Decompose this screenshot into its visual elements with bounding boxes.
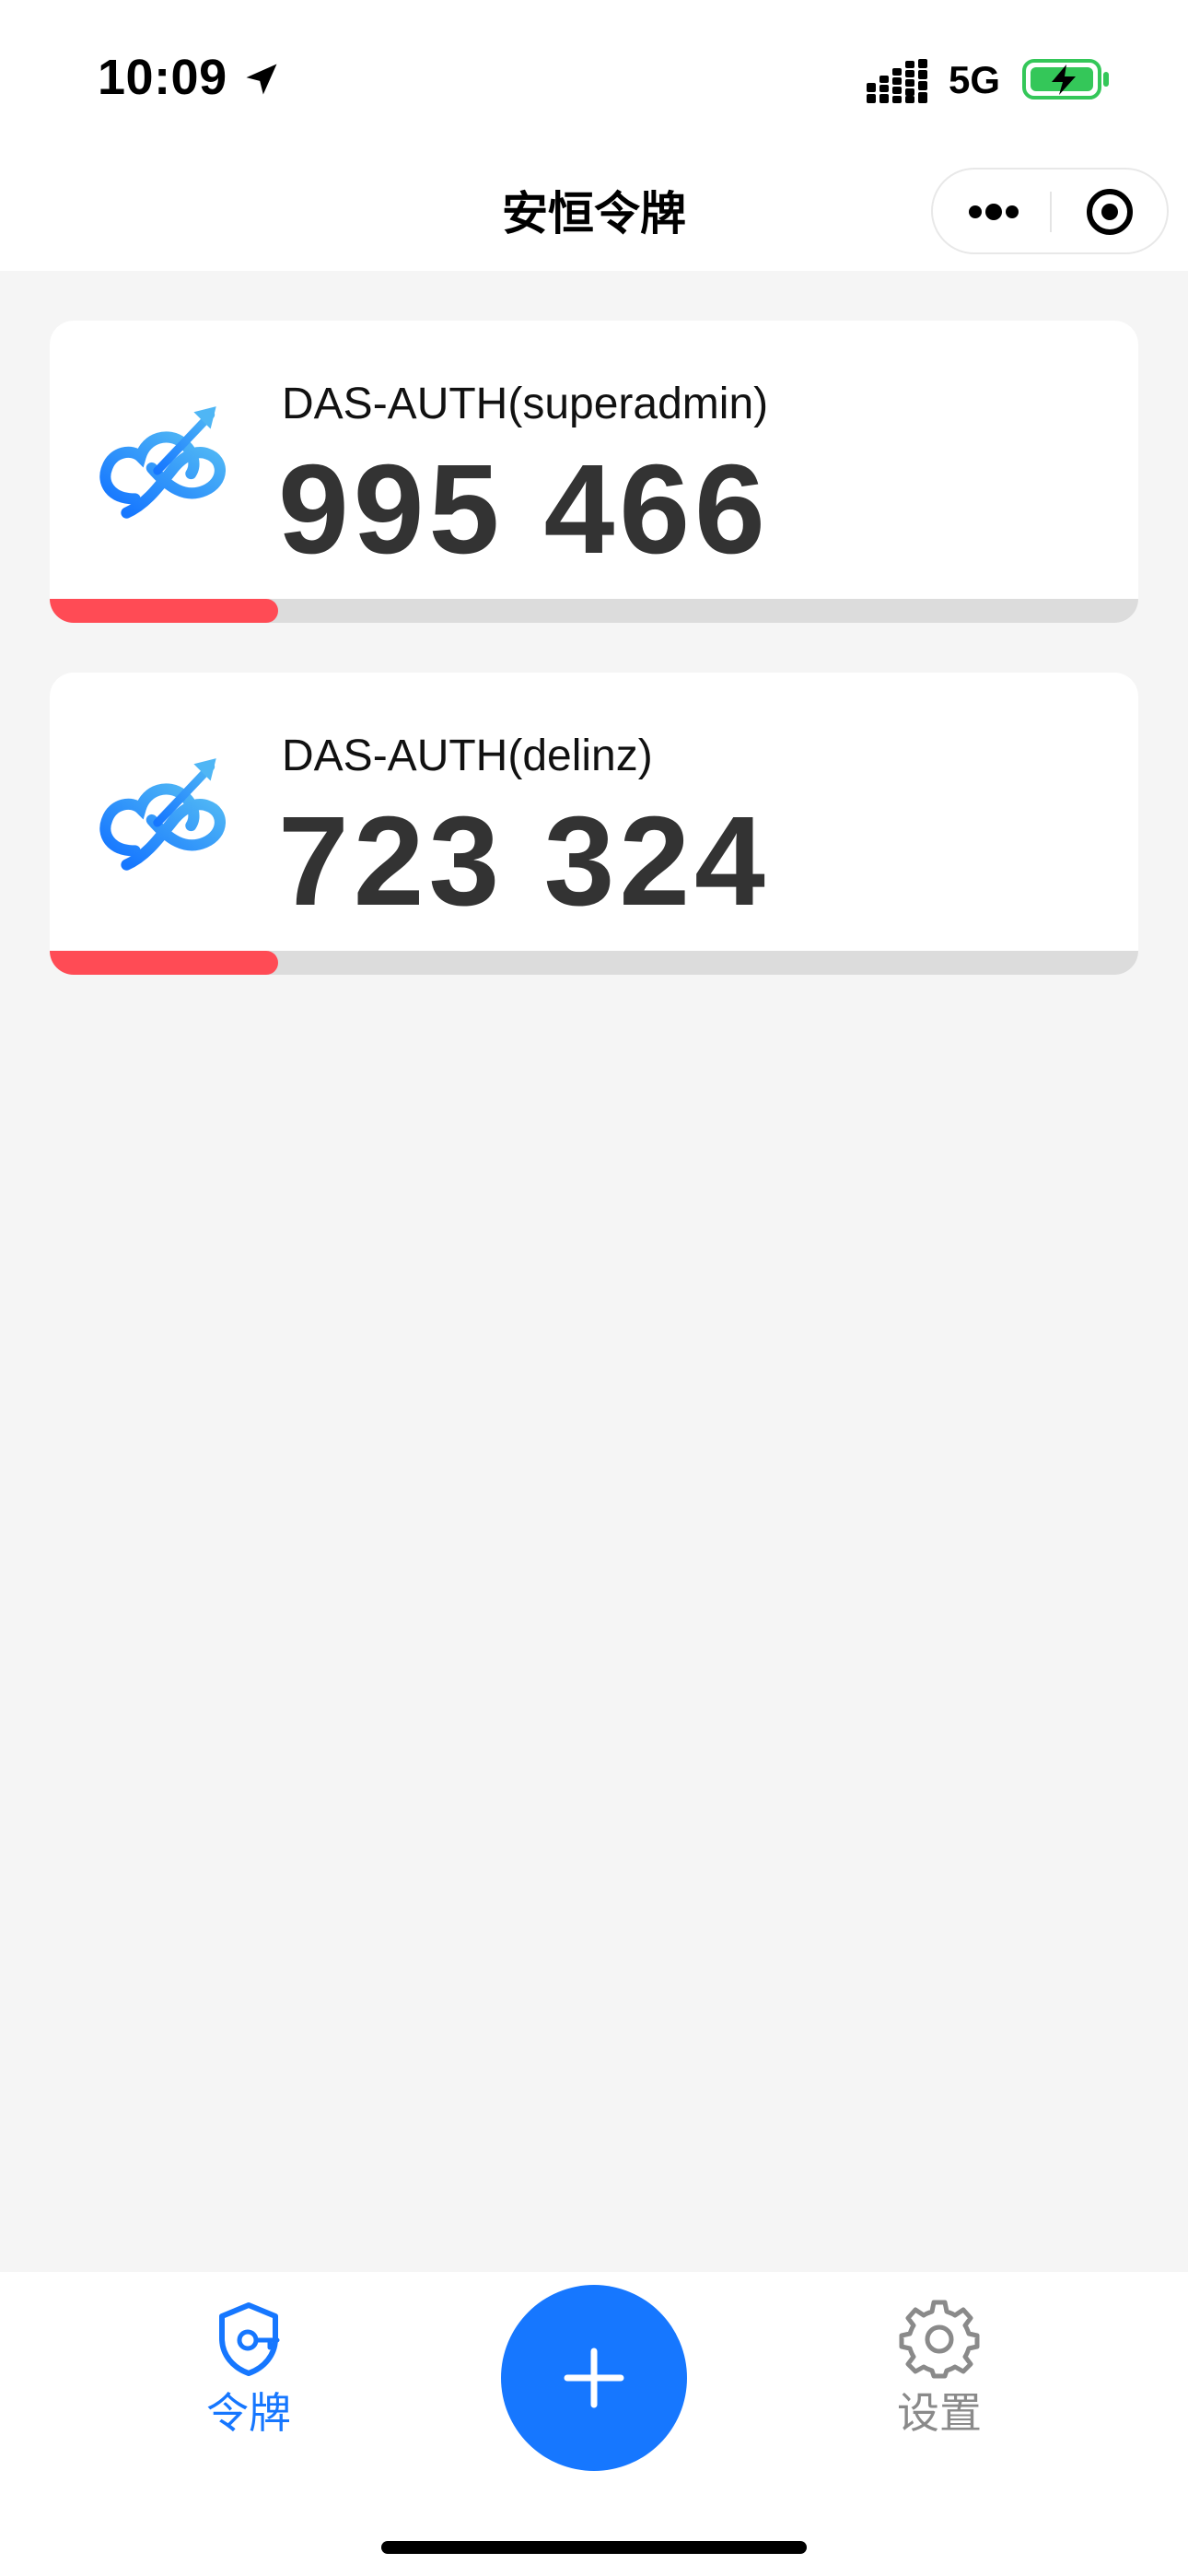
cellular-signal-icon bbox=[867, 59, 927, 103]
token-code: 723 324 bbox=[278, 790, 770, 932]
location-arrow-icon bbox=[246, 64, 277, 95]
token-progress-bar bbox=[50, 599, 1138, 623]
capsule-divider bbox=[1050, 192, 1052, 232]
shield-key-icon bbox=[219, 2302, 280, 2376]
status-bar: 10:09 5G bbox=[0, 0, 1188, 157]
tab-tokens[interactable]: 令牌 bbox=[138, 2298, 359, 2454]
token-card[interactable]: DAS-AUTH(delinz) 723 324 bbox=[50, 673, 1138, 975]
tab-tokens-label: 令牌 bbox=[206, 2389, 291, 2437]
close-target-icon bbox=[1087, 189, 1133, 235]
gear-icon bbox=[899, 2300, 980, 2379]
more-button[interactable] bbox=[962, 188, 1025, 236]
token-name: DAS-AUTH(delinz) bbox=[282, 732, 653, 780]
network-type: 5G bbox=[949, 58, 1001, 101]
tab-bar: 令牌 设置 bbox=[0, 2272, 1188, 2576]
token-code: 995 466 bbox=[278, 439, 770, 580]
battery-charging-icon bbox=[1022, 59, 1109, 100]
token-list: DAS-AUTH(superadmin) 995 466 DAS-AUTH(de… bbox=[50, 321, 1138, 1025]
plus-icon bbox=[564, 2348, 624, 2408]
close-button[interactable] bbox=[1078, 188, 1141, 236]
home-indicator bbox=[381, 2541, 807, 2554]
more-dots-icon bbox=[969, 204, 1019, 220]
add-token-button[interactable] bbox=[501, 2285, 687, 2471]
token-progress-bar bbox=[50, 951, 1138, 975]
token-card[interactable]: DAS-AUTH(superadmin) 995 466 bbox=[50, 321, 1138, 623]
token-progress-fill bbox=[50, 599, 279, 623]
mini-program-capsule bbox=[931, 168, 1169, 254]
token-name: DAS-AUTH(superadmin) bbox=[282, 380, 769, 428]
token-progress-fill bbox=[50, 951, 279, 975]
tab-settings[interactable]: 设置 bbox=[829, 2298, 1050, 2454]
nav-bar: 安恒令牌 bbox=[0, 157, 1188, 271]
cloud-infinity-logo bbox=[99, 758, 226, 871]
status-time: 10:09 bbox=[98, 50, 227, 105]
tab-settings-label: 设置 bbox=[897, 2389, 982, 2437]
cloud-infinity-logo bbox=[99, 406, 226, 519]
